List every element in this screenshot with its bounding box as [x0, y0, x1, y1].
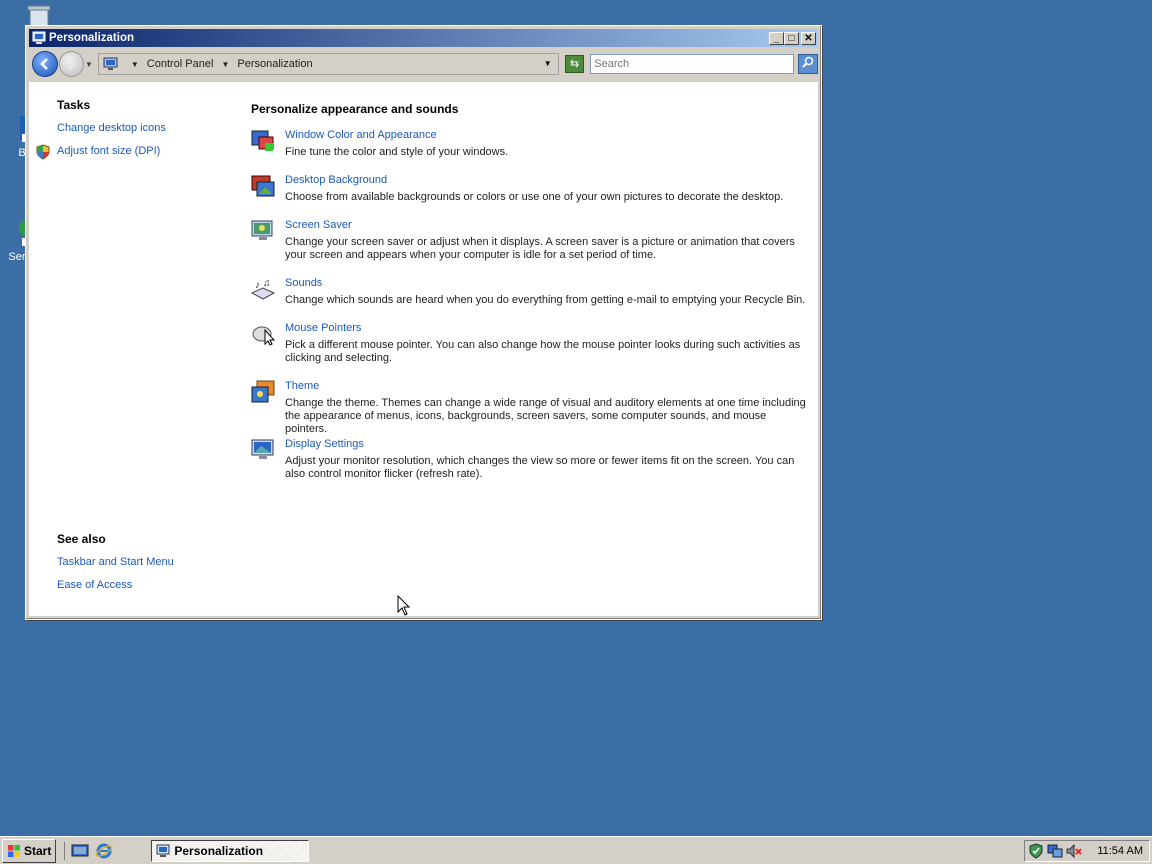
- back-arrow-icon: [39, 58, 48, 70]
- task-pane: Tasks Change desktop icons Adjust font s…: [29, 82, 239, 616]
- taskbar-window-button[interactable]: Personalization: [151, 839, 310, 862]
- personalization-icon: [156, 844, 170, 857]
- network-icon[interactable]: [1047, 843, 1063, 859]
- change-desktop-icons-link[interactable]: Change desktop icons: [57, 122, 166, 134]
- start-button[interactable]: Start: [2, 838, 57, 863]
- window-color-icon: [251, 130, 274, 151]
- control-panel-icon: [103, 57, 118, 70]
- sounds-icon: ♪ ♫: [251, 278, 275, 300]
- quick-launch: [64, 841, 113, 860]
- sounds-link[interactable]: Sounds: [285, 277, 322, 289]
- show-desktop-icon[interactable]: [71, 842, 89, 860]
- windows-logo-icon: [8, 844, 20, 857]
- minimize-button[interactable]: _: [769, 31, 784, 45]
- item-description: Adjust your monitor resolution, which ch…: [285, 455, 795, 480]
- svg-text:♪: ♪: [255, 280, 260, 291]
- taskbar: Start Personalization 11:54 AM: [0, 836, 1152, 864]
- adjust-font-size-link[interactable]: Adjust font size (DPI): [57, 145, 160, 157]
- see-also-heading: See also: [57, 532, 106, 546]
- item-description: Change the theme. Themes can change a wi…: [285, 397, 806, 435]
- theme-link[interactable]: Theme: [285, 380, 319, 392]
- theme-icon: [251, 380, 275, 403]
- item-description: Choose from available backgrounds or col…: [285, 191, 784, 203]
- internet-explorer-icon[interactable]: [95, 842, 113, 860]
- taskbar-start-menu-link[interactable]: Taskbar and Start Menu: [57, 556, 174, 568]
- page-heading: Personalize appearance and sounds: [251, 102, 459, 116]
- title-bar[interactable]: Personalization _ □ ✕: [29, 29, 818, 47]
- refresh-button[interactable]: ⇆: [564, 55, 585, 73]
- window-title: Personalization: [49, 32, 134, 44]
- volume-muted-icon[interactable]: [1066, 843, 1082, 859]
- start-label: Start: [24, 843, 52, 858]
- display-settings-link[interactable]: Display Settings: [285, 438, 364, 450]
- item-description: Pick a different mouse pointer. You can …: [285, 339, 801, 364]
- recent-pages-dropdown[interactable]: ▼: [84, 60, 94, 69]
- mouse-cursor-icon: [397, 595, 411, 616]
- personalization-window: Personalization _ □ ✕ ▼ ▼ Control Panel …: [25, 25, 822, 620]
- search-icon: [802, 56, 814, 68]
- breadcrumb-control-panel[interactable]: Control Panel: [147, 58, 214, 70]
- item-description: Change your screen saver or adjust when …: [285, 236, 795, 261]
- desktop-background-icon: [251, 175, 275, 197]
- ease-of-access-link[interactable]: Ease of Access: [57, 579, 132, 591]
- screen-saver-link[interactable]: Screen Saver: [285, 219, 352, 231]
- shield-icon: [36, 144, 50, 160]
- search-input[interactable]: [590, 54, 795, 74]
- forward-arrow-icon: [68, 58, 77, 70]
- mouse-pointers-link[interactable]: Mouse Pointers: [285, 322, 361, 334]
- breadcrumb-separator[interactable]: ▼: [221, 60, 229, 69]
- breadcrumb-separator[interactable]: ▼: [131, 60, 139, 69]
- address-dropdown-icon[interactable]: ▼: [544, 59, 552, 68]
- screen-saver-icon: [251, 220, 273, 240]
- item-description: Change which sounds are heard when you d…: [285, 294, 806, 306]
- address-bar[interactable]: ▼ Control Panel ▼ Personalization ▼: [97, 53, 559, 75]
- desktop-background-link[interactable]: Desktop Background: [285, 174, 387, 186]
- taskbar-window-label: Personalization: [174, 843, 264, 858]
- mouse-pointer-icon: [252, 326, 275, 346]
- close-button[interactable]: ✕: [801, 31, 816, 45]
- personalization-icon: [32, 31, 46, 44]
- search-button[interactable]: [798, 54, 818, 74]
- system-tray: 11:54 AM: [1024, 840, 1150, 862]
- display-settings-icon: [251, 439, 274, 459]
- back-button[interactable]: [32, 51, 58, 77]
- content-area: Tasks Change desktop icons Adjust font s…: [29, 82, 818, 616]
- svg-text:♫: ♫: [263, 278, 271, 289]
- security-shield-icon[interactable]: [1028, 843, 1044, 859]
- tasks-heading: Tasks: [57, 98, 91, 112]
- window-color-link[interactable]: Window Color and Appearance: [285, 129, 437, 141]
- breadcrumb-personalization[interactable]: Personalization: [237, 58, 312, 70]
- forward-button[interactable]: [58, 51, 85, 77]
- item-description: Fine tune the color and style of your wi…: [285, 146, 509, 158]
- navigation-bar: ▼ ▼ Control Panel ▼ Personalization ▼ ⇆: [29, 49, 818, 79]
- clock[interactable]: 11:54 AM: [1097, 845, 1143, 857]
- maximize-button[interactable]: □: [784, 31, 799, 45]
